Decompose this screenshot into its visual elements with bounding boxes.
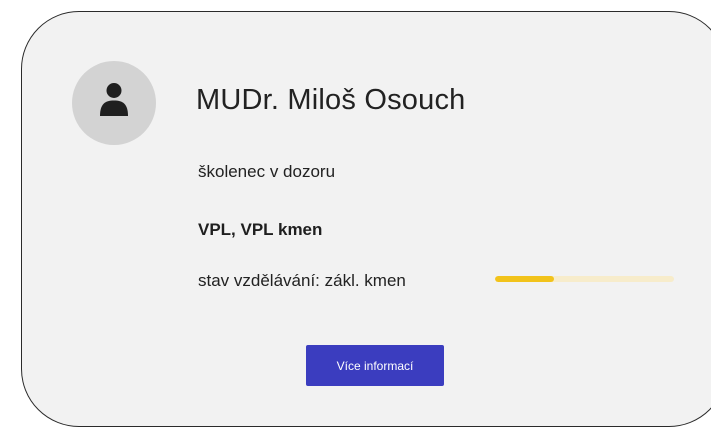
more-info-button[interactable]: Více informací: [306, 345, 444, 386]
profile-role: školenec v dozoru: [198, 162, 336, 181]
education-progress-fill: [495, 276, 555, 282]
profile-name: MUDr. Miloš Osouch: [196, 84, 466, 116]
education-progress-bar: [495, 276, 674, 282]
avatar: [72, 61, 156, 145]
education-status-label: stav vzdělávání: zákl. kmen: [198, 271, 406, 290]
user-icon: [100, 83, 128, 116]
profile-specialty: VPL, VPL kmen: [198, 220, 323, 239]
